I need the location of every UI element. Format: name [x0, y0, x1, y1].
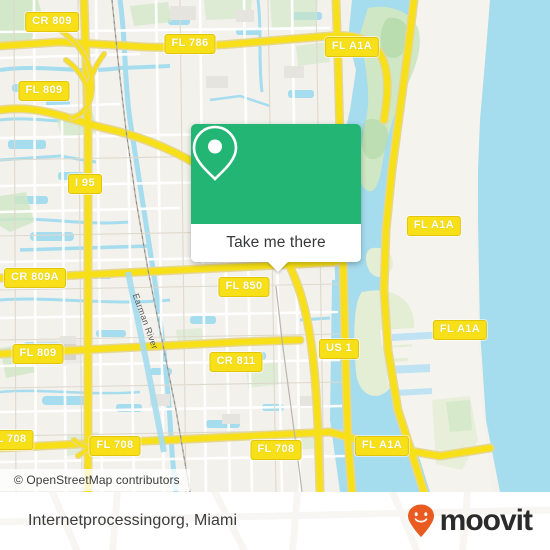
road-shield[interactable]: FL 708	[250, 440, 302, 460]
road-shield[interactable]: FL 850	[218, 277, 270, 297]
popup-footer[interactable]: Take me there	[191, 224, 361, 262]
road-shield[interactable]: CR 809A	[3, 268, 67, 288]
location-title: Internetprocessingorg, Miami	[28, 512, 238, 529]
moovit-logo[interactable]: moovit	[406, 504, 533, 538]
road-shield[interactable]: CR 809	[25, 12, 79, 32]
road-shield[interactable]: FL A1A	[354, 436, 410, 456]
osm-attribution[interactable]: © OpenStreetMap contributors	[0, 469, 190, 491]
page-footer: Internetprocessingorg, Miami moovit	[0, 492, 550, 550]
road-shield[interactable]: FL 809	[12, 344, 64, 364]
map-canvas[interactable]: CR 809 FL 786 FL A1A FL 809 I 95 FL A1A …	[0, 0, 550, 492]
map-pin-icon	[192, 125, 238, 181]
popup-header	[191, 124, 361, 224]
road-shield[interactable]: I 95	[68, 174, 102, 194]
moovit-map-screenshot: CR 809 FL 786 FL A1A FL 809 I 95 FL A1A …	[0, 0, 550, 550]
take-me-there-popup[interactable]: Take me there	[191, 124, 361, 272]
moovit-wordmark: moovit	[439, 504, 533, 537]
take-me-there-label: Take me there	[226, 234, 326, 251]
road-shield[interactable]: FL A1A	[406, 216, 462, 236]
road-shield[interactable]: FL 708	[89, 436, 141, 456]
moovit-smiley-pin-icon	[407, 504, 434, 537]
popup-tail	[267, 261, 289, 272]
popup-card[interactable]: Take me there	[191, 124, 361, 262]
road-shield[interactable]: FL 786	[164, 34, 216, 54]
road-shield[interactable]: US 1	[318, 339, 360, 359]
road-shield[interactable]: FL 809	[18, 81, 70, 101]
road-shield[interactable]: FL A1A	[432, 320, 488, 340]
road-shield[interactable]: FL A1A	[324, 37, 380, 57]
road-shield[interactable]: CR 811	[209, 352, 263, 372]
road-shield[interactable]: FL 708	[0, 430, 34, 450]
